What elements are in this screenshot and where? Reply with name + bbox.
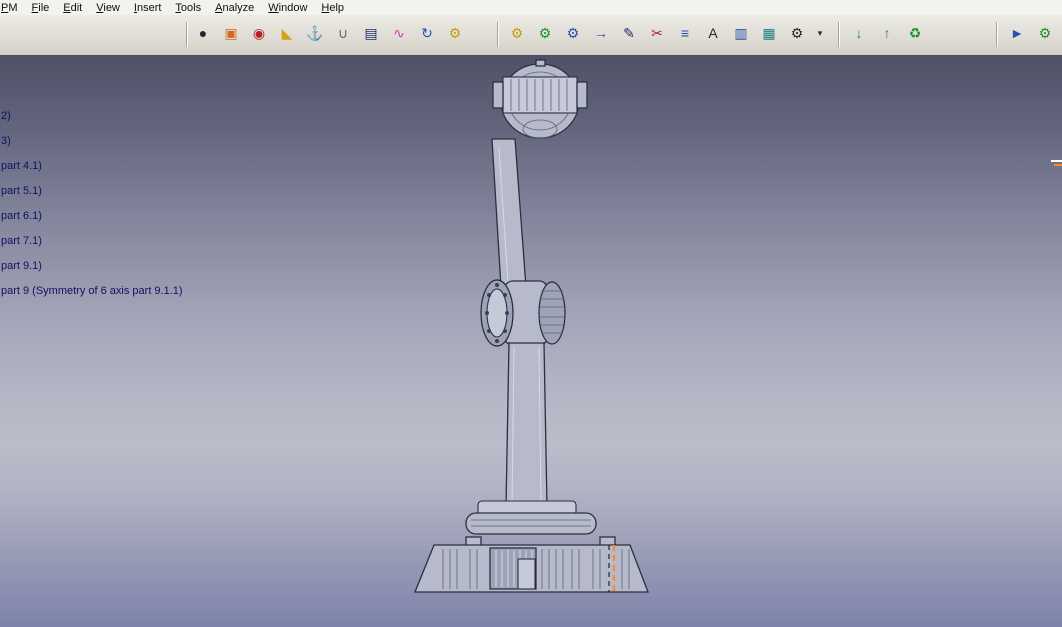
menu-view[interactable]: View [90, 1, 128, 15]
menu-pm[interactable]: PM [0, 1, 26, 15]
cut-scissors-icon[interactable]: ✂ [646, 22, 668, 44]
toolbar-group-right-tools: ► ⚙ [1006, 22, 1056, 44]
tree-item[interactable]: part 7.1) [1, 235, 42, 248]
tree-item[interactable]: part 6.1) [1, 210, 42, 223]
machine-gears-icon[interactable]: ⚙ [1034, 22, 1056, 44]
gear-settings-icon[interactable]: ⚙ [786, 22, 808, 44]
robot-elbow-joint [480, 279, 566, 347]
tree-item[interactable]: part 9 (Symmetry of 6 axis part 9.1.1) [1, 285, 183, 298]
menu-help[interactable]: Help [315, 1, 352, 15]
view-cube-icon[interactable]: ▣ [220, 22, 242, 44]
shaded-sphere-icon[interactable]: ● [192, 22, 214, 44]
measure-triangle-icon[interactable]: ◣ [276, 22, 298, 44]
anchor-icon[interactable]: ⚓ [304, 22, 326, 44]
refresh-data-icon[interactable]: ♻ [904, 22, 926, 44]
curve-trace-icon[interactable]: ∿ [388, 22, 410, 44]
gear-time-icon[interactable]: ⚙ [562, 22, 584, 44]
menu-edit[interactable]: Edit [57, 1, 90, 15]
tree-item[interactable]: part 5.1) [1, 185, 42, 198]
toolbar-separator [838, 22, 839, 47]
edge-tick-orange [1054, 164, 1062, 166]
robot-wrist-head [492, 59, 588, 139]
edit-pencil-icon[interactable]: ✎ [618, 22, 640, 44]
menu-file[interactable]: File [26, 1, 58, 15]
text-annotation-icon[interactable]: A [702, 22, 724, 44]
copy-sheet-icon[interactable]: ▥ [730, 22, 752, 44]
spec-tree: 2) 3) part 4.1) part 5.1) part 6.1) part… [0, 55, 260, 355]
toolbar-separator [186, 22, 187, 47]
more-dropdown-arrow[interactable]: ▾ [814, 22, 826, 44]
camera-icon[interactable]: ◉ [248, 22, 270, 44]
toolbar-group-view-tools: ● ▣ ◉ ◣ ⚓ ∪ ▤ ∿ ↻ ⚙ [192, 22, 466, 44]
toolbar-group-process-tools: ⚙ ⚙ ⚙ → ✎ ✂ ≡ A ▥ ▦ ⚙ ▾ [506, 22, 826, 44]
menu-analyze[interactable]: Analyze [209, 1, 262, 15]
toolbar-separator [996, 22, 997, 47]
menu-window[interactable]: Window [262, 1, 315, 15]
toolbar-separator [497, 22, 498, 47]
menu-tools[interactable]: Tools [169, 1, 209, 15]
edge-tick-white [1051, 160, 1062, 162]
paperclip-icon[interactable]: ∪ [332, 22, 354, 44]
tree-item[interactable]: 3) [1, 135, 11, 148]
storyboard-icon[interactable]: ▤ [360, 22, 382, 44]
tree-item[interactable]: part 9.1) [1, 260, 42, 273]
gear-add-icon[interactable]: ⚙ [534, 22, 556, 44]
catia-window: PM File Edit View Insert Tools Analyze W… [0, 0, 1062, 627]
toolbar: ● ▣ ◉ ◣ ⚓ ∪ ▤ ∿ ↻ ⚙ ⚙ ⚙ ⚙ → ✎ ✂ ≡ A ▥ ▦ … [0, 15, 1062, 56]
menu-bar: PM File Edit View Insert Tools Analyze W… [0, 0, 1062, 16]
export-data-icon[interactable]: ↑ [876, 22, 898, 44]
table-grid-icon[interactable]: ▦ [758, 22, 780, 44]
pointer-tool-icon[interactable]: ► [1006, 22, 1028, 44]
robot-column [505, 342, 548, 508]
doc-forward-icon[interactable]: → [590, 22, 612, 44]
list-lines-icon[interactable]: ≡ [674, 22, 696, 44]
robot-base [414, 536, 649, 593]
import-data-icon[interactable]: ↓ [848, 22, 870, 44]
menu-insert[interactable]: Insert [128, 1, 170, 15]
toolbar-group-data-exchange: ↓ ↑ ♻ [848, 22, 926, 44]
gears-icon[interactable]: ⚙ [444, 22, 466, 44]
robot-pedestal [465, 500, 597, 535]
robot-upper-arm [491, 138, 527, 288]
process-gear-icon[interactable]: ⚙ [506, 22, 528, 44]
tree-item[interactable]: part 4.1) [1, 160, 42, 173]
tree-item[interactable]: 2) [1, 110, 11, 123]
viewport-3d[interactable]: 2) 3) part 4.1) part 5.1) part 6.1) part… [0, 55, 1062, 627]
update-swirl-icon[interactable]: ↻ [416, 22, 438, 44]
